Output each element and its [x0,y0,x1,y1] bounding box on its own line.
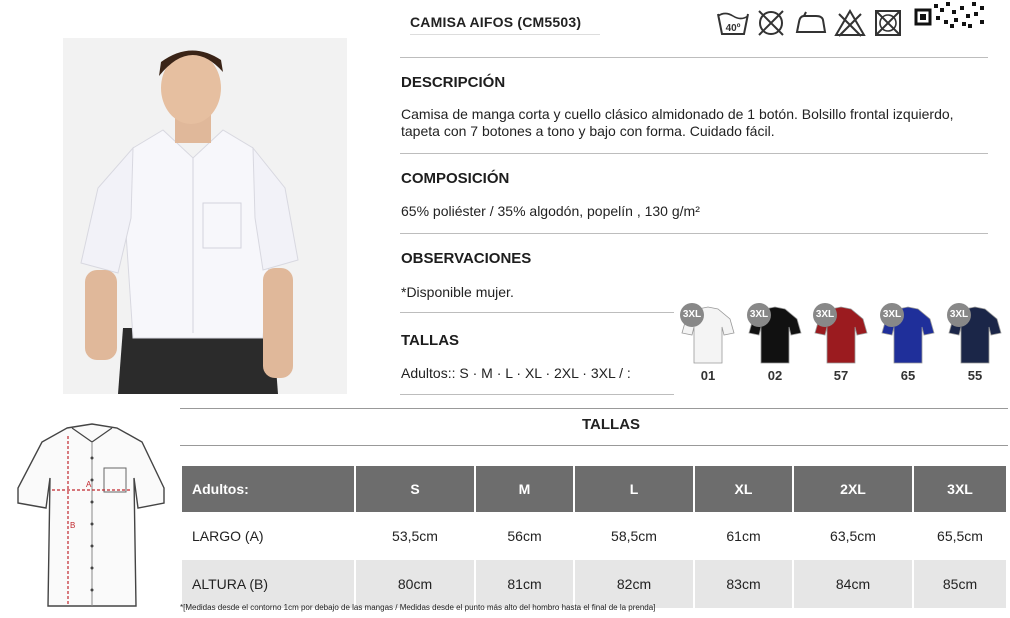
divider [400,57,988,58]
color-code: 55 [967,368,983,383]
color-swatch[interactable]: 3XL 57 [813,303,873,383]
table-cell: LARGO (A) [182,512,354,560]
header-cell: L [575,466,693,512]
wash-temp-label: 40º [726,23,741,34]
header-cell: 2XL [794,466,912,512]
no-tumble-dry-icon [834,8,866,43]
table-cell: 61cm [695,512,792,560]
table-cell: 65,5cm [914,512,1006,560]
measurement-diagram: A B [12,418,172,618]
color-swatch[interactable]: 3XL 65 [880,303,940,383]
color-swatch[interactable]: 3XL 02 [747,303,807,383]
size-badge: 3XL [813,303,837,327]
measure-a-label: A [86,480,92,489]
color-code: 65 [900,368,916,383]
table-cell: ALTURA (B) [182,560,354,608]
description-heading: DESCRIPCIÓN [401,74,506,91]
iron-icon [794,8,828,43]
color-code: 02 [767,368,783,383]
size-badge: 3XL [880,303,904,327]
header-cell: XL [695,466,792,512]
table-row: LARGO (A) 53,5cm 56cm 58,5cm 61cm 63,5cm… [182,512,1006,560]
table-cell: 84cm [794,560,912,608]
divider [400,312,674,313]
divider [400,394,674,395]
table-cell: 82cm [575,560,693,608]
description-line-1: Camisa de manga corta y cuello clásico a… [401,106,954,122]
no-bleach-icon [756,8,786,43]
table-cell: 85cm [914,560,1006,608]
table-header-row: Adultos: S M L XL 2XL 3XL [182,466,1006,512]
table-cell: 53,5cm [356,512,474,560]
wash-40-icon: 40º [716,8,750,43]
size-table: Adultos: S M L XL 2XL 3XL LARGO (A) 53,5… [180,466,1008,608]
product-photo [63,38,347,394]
sizes-heading: TALLAS [401,332,460,349]
size-table-footnote: *[Medidas desde el contorno 1cm por deba… [180,603,656,612]
table-cell: 56cm [476,512,573,560]
size-badge: 3XL [947,303,971,327]
no-dry-clean-icon [873,8,903,43]
measure-b-label: B [70,521,75,530]
color-code: 57 [833,368,849,383]
composition-text: 65% poliéster / 35% algodón, popelín , 1… [401,203,700,219]
header-cell: S [356,466,474,512]
table-cell: 83cm [695,560,792,608]
header-cell: 3XL [914,466,1006,512]
header-cell: M [476,466,573,512]
size-table-title: TALLAS [582,416,641,433]
divider [400,153,988,154]
divider [400,233,988,234]
qr-code-icon[interactable] [914,0,988,33]
composition-heading: COMPOSICIÓN [401,170,510,187]
observations-heading: OBSERVACIONES [401,250,532,267]
table-top-divider [180,408,1008,409]
color-swatch[interactable]: 3XL 55 [947,303,1007,383]
observations-text: *Disponible mujer. [401,284,514,300]
description-line-2: tapeta con 7 botones a tono y bajo con f… [401,123,775,139]
size-badge: 3XL [747,303,771,327]
color-swatch[interactable]: 3XL 01 [680,303,740,383]
product-title: CAMISA AIFOS (CM5503) [410,14,582,30]
table-title-divider [180,445,1008,446]
table-cell: 58,5cm [575,512,693,560]
table-row: ALTURA (B) 80cm 81cm 82cm 83cm 84cm 85cm [182,560,1006,608]
model-image [63,38,347,394]
title-divider [410,34,600,35]
header-cell: Adultos: [182,466,354,512]
table-cell: 63,5cm [794,512,912,560]
color-code: 01 [700,368,716,383]
table-cell: 81cm [476,560,573,608]
table-cell: 80cm [356,560,474,608]
size-badge: 3XL [680,303,704,327]
